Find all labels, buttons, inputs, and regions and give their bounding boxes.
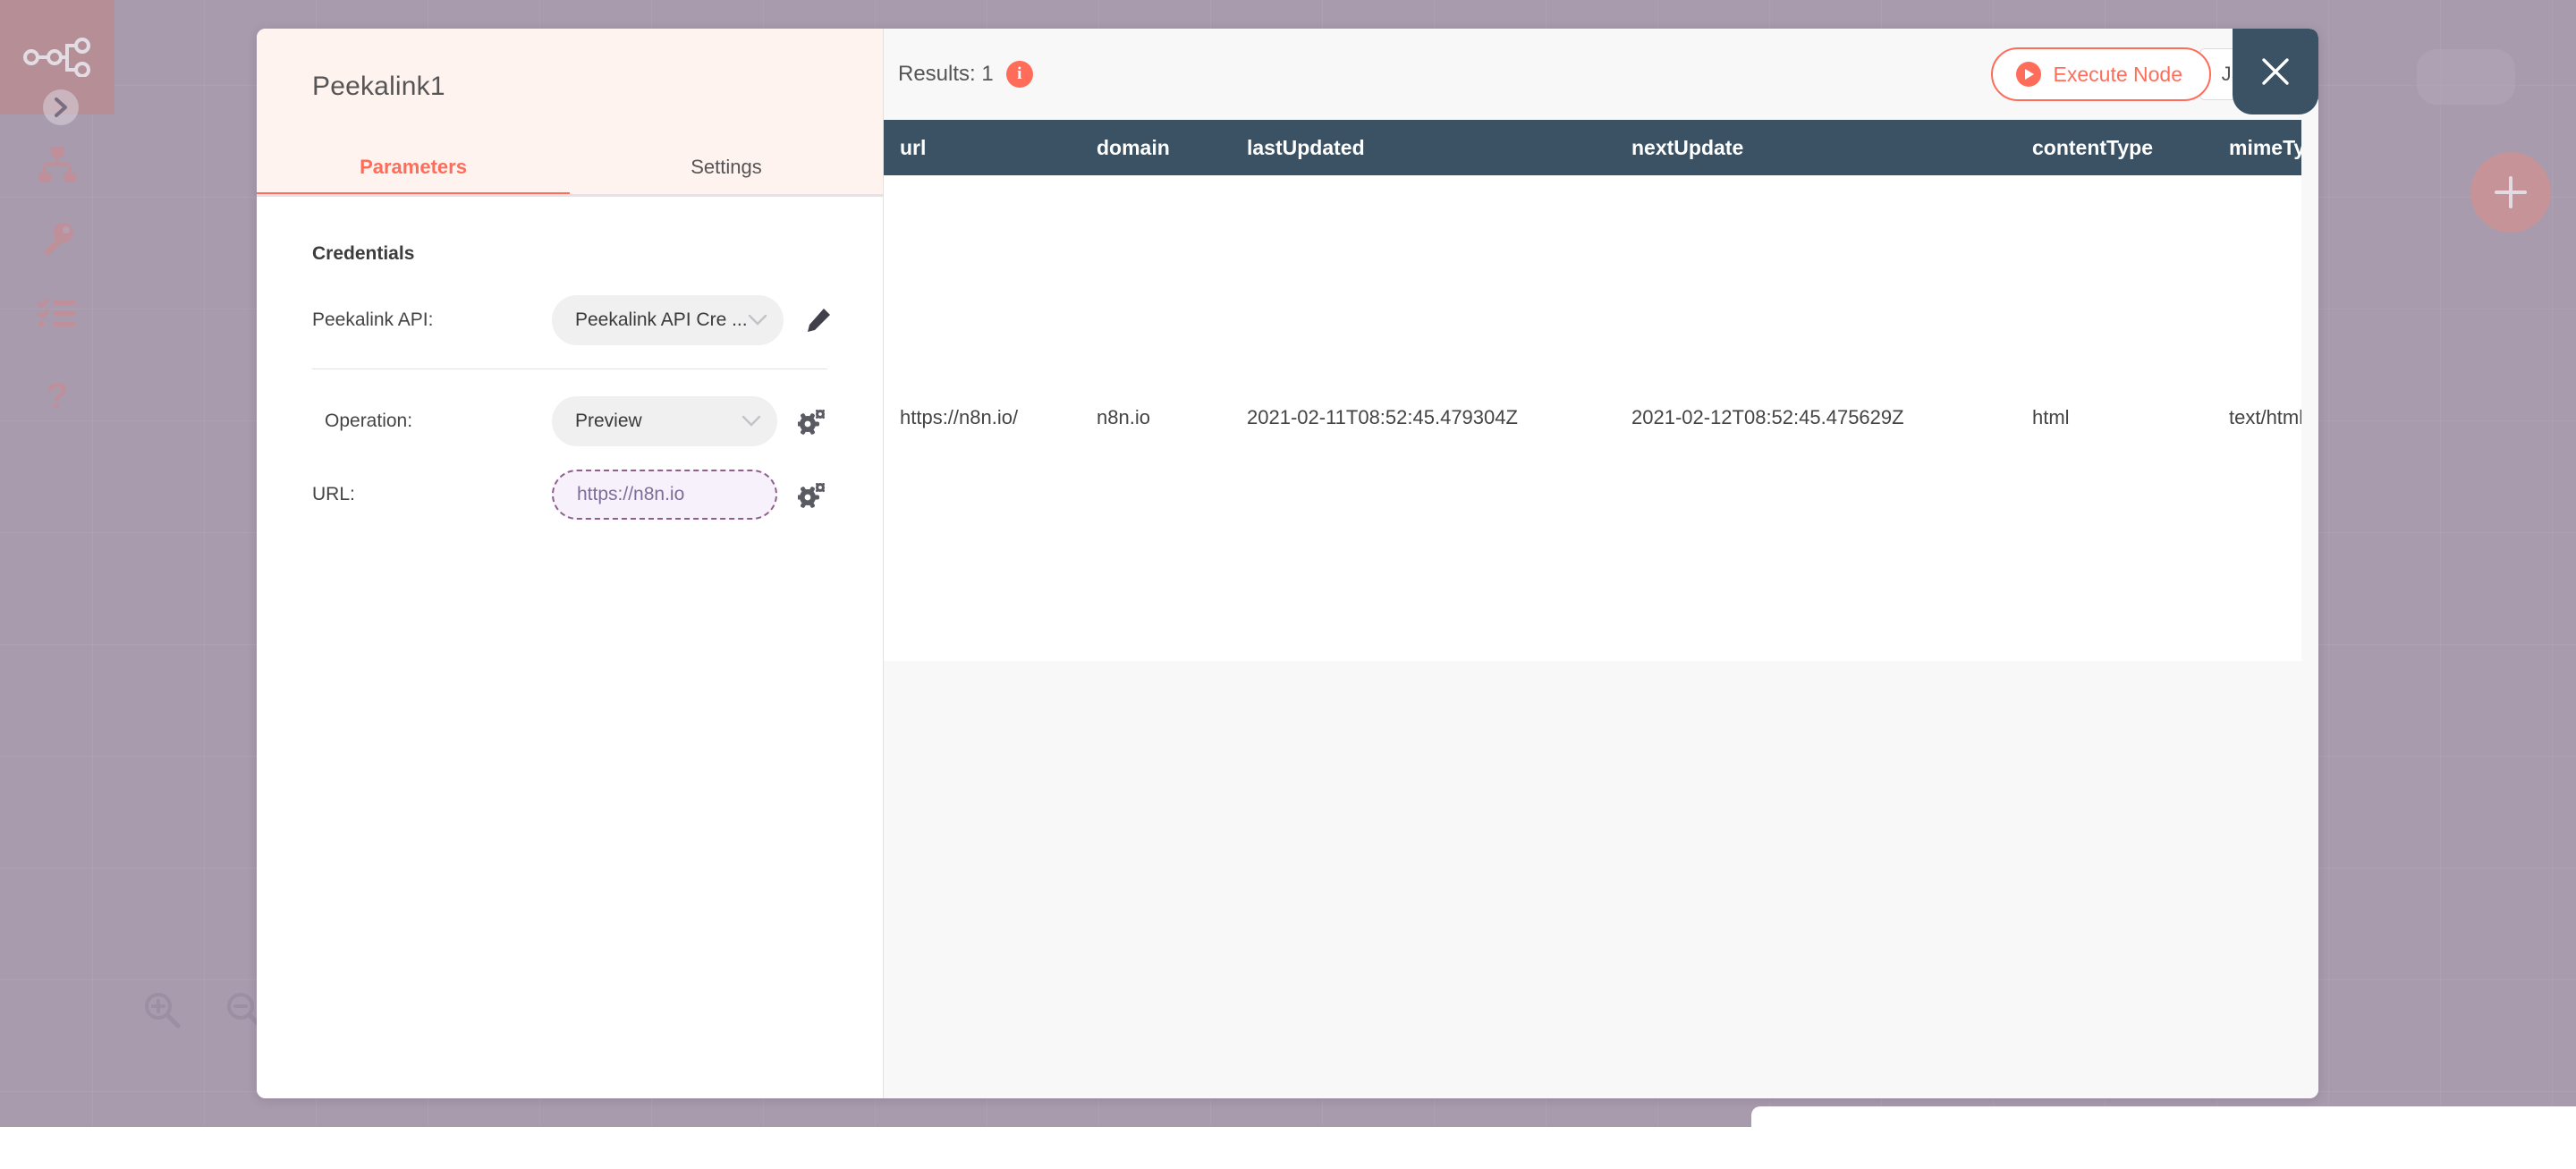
output-header: Results: 1 i JSON Table Execute Node bbox=[884, 29, 2318, 120]
parameters-header: Peekalink1 Parameters Settings bbox=[257, 29, 883, 197]
url-label: URL: bbox=[312, 484, 552, 505]
sidebar-expand-button[interactable] bbox=[43, 89, 79, 125]
credential-edit-button[interactable] bbox=[803, 305, 834, 335]
operation-select[interactable]: Preview bbox=[552, 396, 777, 446]
question-mark-icon: ? bbox=[42, 377, 72, 417]
gears-icon bbox=[798, 481, 826, 508]
operation-field-row: Operation: Preview bbox=[312, 396, 827, 446]
add-node-button[interactable] bbox=[2470, 152, 2551, 233]
chevron-right-icon bbox=[52, 97, 70, 118]
column-header-url[interactable]: url bbox=[884, 120, 1080, 175]
url-input[interactable]: https://n8n.io bbox=[552, 470, 777, 520]
close-button[interactable] bbox=[2233, 29, 2318, 114]
column-header-mimetype[interactable]: mimeType bbox=[2213, 120, 2301, 175]
zoom-in-icon bbox=[143, 991, 181, 1029]
column-header-nextupdate[interactable]: nextUpdate bbox=[1615, 120, 2016, 175]
output-panel: Results: 1 i JSON Table Execute Node bbox=[884, 29, 2318, 1098]
canvas-node-ghost bbox=[2417, 49, 2515, 105]
column-header-domain[interactable]: domain bbox=[1080, 120, 1231, 175]
sitemap-icon bbox=[37, 147, 78, 182]
operation-label: Operation: bbox=[312, 411, 552, 432]
info-icon[interactable]: i bbox=[1006, 61, 1033, 88]
zoom-in-button[interactable] bbox=[134, 982, 190, 1038]
parameters-body: Credentials Peekalink API: Peekalink API… bbox=[257, 197, 883, 1098]
bottom-panel bbox=[1751, 1106, 2576, 1169]
chevron-down-icon bbox=[741, 415, 761, 428]
operation-options-button[interactable] bbox=[797, 406, 827, 436]
execute-node-label: Execute Node bbox=[2054, 63, 2182, 87]
cell-mimetype: text/html bbox=[2213, 175, 2301, 660]
node-title: Peekalink1 bbox=[257, 29, 883, 102]
node-details-view: Peekalink1 Parameters Settings Credentia… bbox=[257, 29, 2318, 1098]
key-icon bbox=[39, 221, 75, 257]
gears-icon bbox=[798, 408, 826, 435]
chevron-down-icon bbox=[748, 314, 767, 326]
ndv-tabs: Parameters Settings bbox=[257, 143, 883, 197]
n8n-node-graph-logo-icon bbox=[22, 38, 92, 77]
app-sidebar: ? bbox=[0, 0, 114, 1127]
cell-nextupdate: 2021-02-12T08:52:45.475629Z bbox=[1615, 175, 2016, 660]
results-table-body: https://n8n.io/ n8n.io 2021-02-11T08:52:… bbox=[884, 175, 2301, 660]
cell-url: https://n8n.io/ bbox=[884, 175, 1080, 660]
operation-select-value: Preview bbox=[575, 411, 741, 432]
cell-contenttype: html bbox=[2016, 175, 2213, 660]
url-input-value: https://n8n.io bbox=[577, 484, 684, 505]
column-header-lastupdated[interactable]: lastUpdated bbox=[1231, 120, 1615, 175]
url-options-button[interactable] bbox=[797, 479, 827, 510]
pencil-icon bbox=[805, 307, 832, 334]
credential-select[interactable]: Peekalink API Cre ... bbox=[552, 295, 784, 345]
sidebar-item-credentials[interactable] bbox=[0, 214, 114, 264]
credential-field-row: Peekalink API: Peekalink API Cre ... bbox=[312, 295, 827, 345]
results-table-container[interactable]: url domain lastUpdated nextUpdate conten… bbox=[884, 120, 2301, 661]
parameters-divider bbox=[312, 368, 827, 369]
plus-icon bbox=[2490, 172, 2531, 213]
tab-parameters[interactable]: Parameters bbox=[257, 143, 570, 197]
credential-label: Peekalink API: bbox=[312, 309, 552, 331]
checklist-icon bbox=[38, 299, 77, 329]
results-count-label: Results: 1 bbox=[898, 62, 994, 87]
url-field-row: URL: https://n8n.io bbox=[312, 470, 827, 520]
table-header-row: url domain lastUpdated nextUpdate conten… bbox=[884, 120, 2301, 175]
cell-lastupdated: 2021-02-11T08:52:45.479304Z bbox=[1231, 175, 1615, 660]
close-icon bbox=[2256, 52, 2295, 91]
sidebar-item-workflows[interactable] bbox=[0, 140, 114, 190]
table-row[interactable]: https://n8n.io/ n8n.io 2021-02-11T08:52:… bbox=[884, 175, 2301, 660]
results-table: url domain lastUpdated nextUpdate conten… bbox=[884, 120, 2301, 660]
column-header-contenttype[interactable]: contentType bbox=[2016, 120, 2213, 175]
credential-select-value: Peekalink API Cre ... bbox=[575, 309, 748, 331]
cell-domain: n8n.io bbox=[1080, 175, 1231, 660]
svg-text:?: ? bbox=[47, 377, 68, 416]
tab-settings[interactable]: Settings bbox=[570, 143, 883, 197]
results-table-head: url domain lastUpdated nextUpdate conten… bbox=[884, 120, 2301, 175]
play-icon bbox=[2016, 62, 2041, 87]
sidebar-item-help[interactable]: ? bbox=[0, 372, 114, 422]
credentials-section-label: Credentials bbox=[312, 243, 827, 265]
sidebar-item-executions[interactable] bbox=[0, 289, 114, 339]
parameters-panel: Peekalink1 Parameters Settings Credentia… bbox=[257, 29, 884, 1098]
results-count: Results: 1 i bbox=[898, 61, 1033, 88]
execute-node-button[interactable]: Execute Node bbox=[1991, 47, 2211, 101]
